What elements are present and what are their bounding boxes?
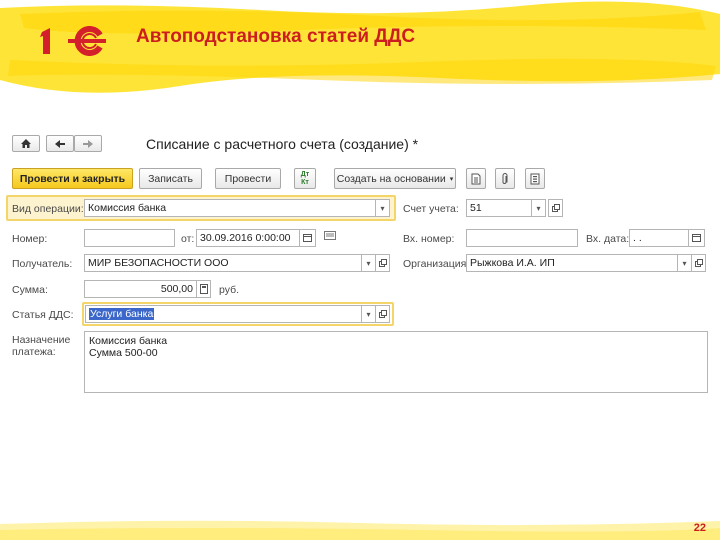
report-button[interactable] [525,168,545,189]
date-calendar-button[interactable] [299,229,316,247]
dropdown-arrow-icon: ▾ [366,258,371,268]
cash-flow-item-field[interactable]: Услуги банка [85,305,362,323]
calculator-button[interactable] [196,280,211,298]
dropdown-arrow-icon: ▾ [380,203,385,213]
document-icon [471,173,481,184]
dropdown-arrow-icon: ▾ [366,309,371,319]
account-open-button[interactable] [548,199,563,217]
amount-label: Сумма: [12,284,48,296]
calculator-icon [199,284,208,294]
arrow-left-icon [55,139,65,148]
dropdown-arrow-icon: ▾ [449,175,454,183]
paperclip-icon [502,172,508,184]
payment-purpose-field[interactable]: Комиссия банка Сумма 500-00 [84,331,708,393]
amount-field[interactable]: 500,00 [84,280,197,298]
print-document-button[interactable] [466,168,486,189]
date-field[interactable]: 30.09.2016 0:00:00 [196,229,300,247]
payment-purpose-line1: Комиссия банка [89,335,168,347]
dt-kt-icon: Дт Кт [300,170,310,186]
incoming-number-field[interactable] [466,229,578,247]
1c-logo-icon: ® [40,26,106,56]
post-button[interactable]: Провести [215,168,281,189]
payment-purpose-label-line2: платежа: [12,346,56,358]
slide-title: Автоподстановка статей ДДС [136,26,416,47]
date-label: от: [181,233,195,245]
comment-icon-button[interactable] [324,231,336,242]
operation-type-label: Вид операции: [12,203,84,215]
incoming-date-label: Вх. дата: [586,233,630,245]
organization-open-button[interactable] [691,254,706,272]
open-window-icon [551,204,560,212]
report-icon [530,173,540,184]
recipient-dropdown-button[interactable]: ▾ [361,254,376,272]
payment-purpose-label: Назначение платежа: [12,334,70,358]
attachments-button[interactable] [495,168,515,189]
bottom-highlight-band [0,520,720,540]
number-field[interactable] [84,229,175,247]
account-field[interactable]: 51 [466,199,532,217]
open-window-icon [378,310,387,318]
currency-label: руб. [219,284,240,296]
cash-flow-item-dropdown-button[interactable]: ▾ [361,305,376,323]
back-button[interactable] [46,135,74,152]
operation-type-field[interactable]: Комиссия банка [84,199,376,217]
dropdown-arrow-icon: ▾ [682,258,687,268]
recipient-open-button[interactable] [375,254,390,272]
svg-text:®: ® [92,27,97,34]
home-button[interactable] [12,135,40,152]
organization-dropdown-button[interactable]: ▾ [677,254,692,272]
organization-field[interactable]: Рыжкова И.А. ИП [466,254,678,272]
arrow-right-icon [83,139,93,148]
payment-purpose-label-line1: Назначение [12,334,71,346]
open-window-icon [694,259,703,267]
dt-kt-button[interactable]: Дт Кт [294,168,316,189]
open-window-icon [378,259,387,267]
operation-type-dropdown-button[interactable]: ▾ [375,199,390,217]
recipient-field[interactable]: МИР БЕЗОПАСНОСТИ ООО [84,254,362,272]
form-title: Списание с расчетного счета (создание) * [146,136,419,152]
post-and-close-button[interactable]: Провести и закрыть [12,168,133,189]
cash-flow-item-open-button[interactable] [375,305,390,323]
comment-icon [324,231,336,240]
create-based-on-label: Создать на основании [336,172,446,185]
cash-flow-item-label: Статья ДДС: [12,309,74,321]
home-icon [21,139,31,148]
dropdown-arrow-icon: ▾ [536,203,541,213]
create-based-on-button[interactable]: Создать на основании ▾ [334,168,456,189]
calendar-icon [303,234,312,242]
page-number: 22 [693,522,706,534]
recipient-label: Получатель: [12,258,73,270]
incoming-number-label: Вх. номер: [403,233,455,245]
save-button[interactable]: Записать [139,168,202,189]
incoming-date-field[interactable]: . . [629,229,689,247]
payment-purpose-line2: Сумма 500-00 [89,347,158,359]
account-label: Счет учета: [403,203,459,215]
calendar-icon [692,234,701,242]
number-label: Номер: [12,233,48,245]
forward-button[interactable] [74,135,102,152]
organization-label: Организация: [403,258,470,270]
account-dropdown-button[interactable]: ▾ [531,199,546,217]
cash-flow-item-value: Услуги банка [89,308,155,320]
incoming-date-calendar-button[interactable] [688,229,705,247]
